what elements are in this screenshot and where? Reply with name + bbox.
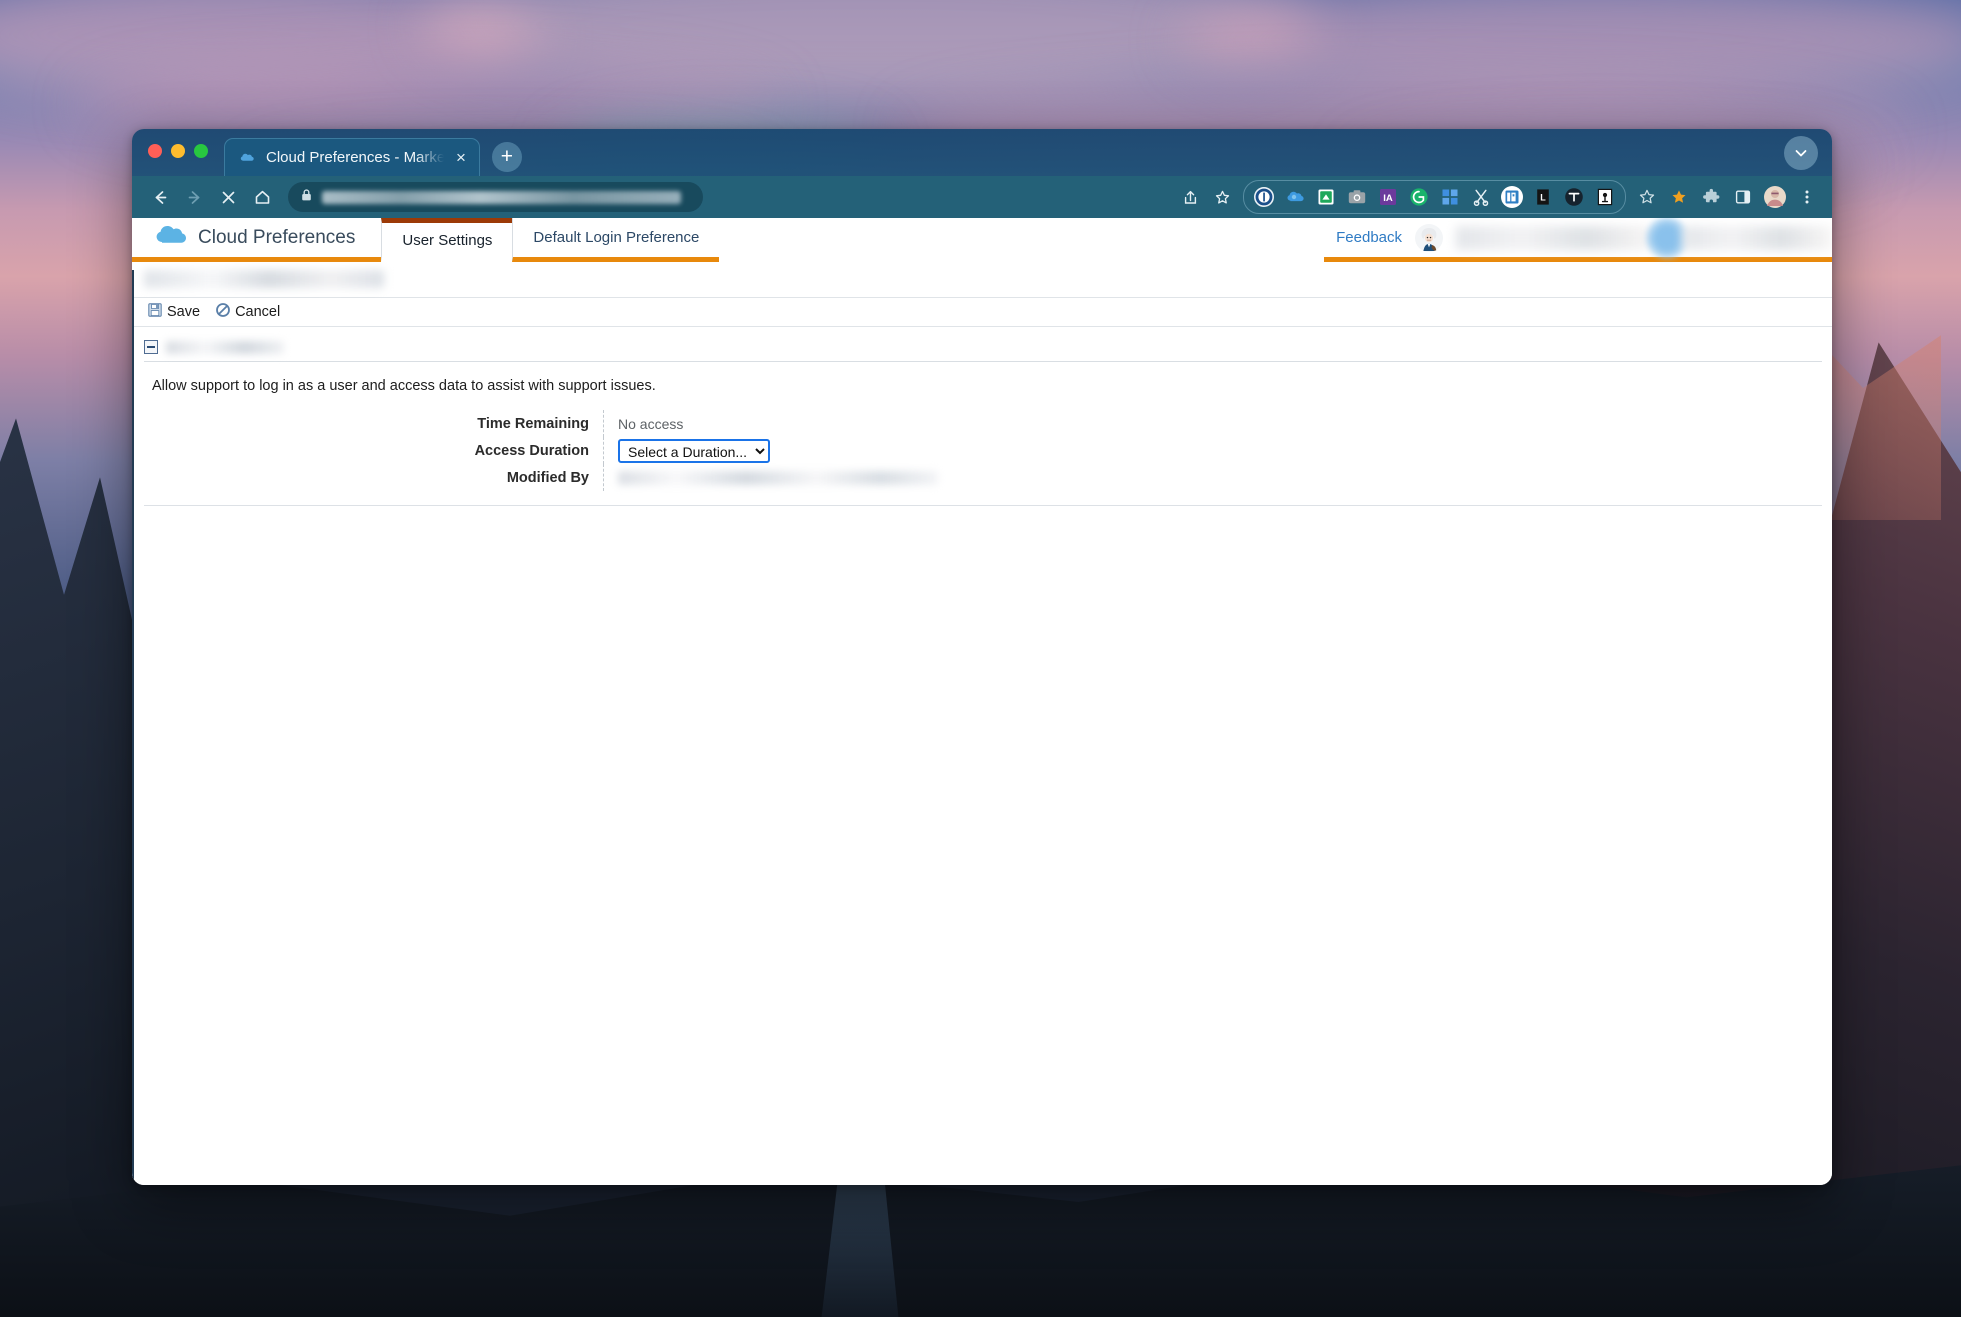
address-bar-url-redacted	[322, 190, 681, 204]
app-header-right: Feedback	[1324, 218, 1832, 262]
access-duration-select[interactable]: Select a Duration...	[618, 438, 770, 463]
grammarly-extension-icon[interactable]	[1404, 182, 1434, 212]
header-org-info-redacted	[1456, 225, 1652, 250]
section-title-redacted	[166, 340, 284, 354]
minimize-window-button[interactable]	[171, 144, 185, 158]
page-content: Save Cancel Allow support to log in as a…	[132, 270, 1832, 1185]
action-toolbar: Save Cancel	[134, 297, 1832, 327]
star-filled-icon[interactable]	[1664, 182, 1694, 212]
page-title-redacted	[144, 270, 384, 288]
share-icon[interactable]	[1175, 182, 1205, 212]
maximize-window-button[interactable]	[194, 144, 208, 158]
extensions-group: IA L	[1243, 180, 1626, 214]
einstein-avatar[interactable]	[1414, 223, 1444, 253]
field-row-time-remaining: Time Remaining No access	[134, 410, 1832, 437]
bookmark-star-outline-icon[interactable]	[1207, 182, 1237, 212]
desktop-wallpaper: Cloud Preferences - Marketing × +	[0, 0, 1961, 1317]
field-row-access-duration: Access Duration Select a Duration...	[134, 437, 1832, 464]
grid-extension-icon[interactable]	[1435, 182, 1465, 212]
window-traffic-lights[interactable]	[148, 144, 208, 158]
forward-arrow-icon[interactable]	[178, 181, 210, 213]
three-dot-menu-icon[interactable]	[1792, 182, 1822, 212]
section-divider	[144, 361, 1822, 362]
browser-window: Cloud Preferences - Marketing × +	[132, 129, 1832, 1185]
modified-by-redacted	[618, 470, 938, 485]
header-user-info-redacted	[1682, 225, 1832, 250]
stop-loading-icon[interactable]	[212, 181, 244, 213]
tab-user-settings-label: User Settings	[402, 231, 493, 249]
browser-tab[interactable]: Cloud Preferences - Marketing ×	[224, 138, 480, 176]
save-button-label: Save	[167, 304, 201, 320]
page-viewport: Cloud Preferences User Settings Default …	[132, 218, 1832, 1185]
collapse-section-icon[interactable]	[144, 340, 158, 354]
section-header[interactable]	[144, 340, 1832, 354]
browser-toolbar: IA L	[132, 176, 1832, 218]
app-header: Cloud Preferences User Settings Default …	[132, 218, 1832, 262]
cloud-logo-icon	[154, 224, 186, 251]
t-extension-icon[interactable]	[1559, 182, 1589, 212]
save-floppy-icon	[148, 303, 162, 321]
scissors-extension-icon[interactable]	[1466, 182, 1496, 212]
app-brand[interactable]: Cloud Preferences	[132, 218, 382, 262]
svg-text:L: L	[1540, 193, 1546, 203]
tab-list-chevron-down-icon[interactable]	[1784, 136, 1818, 170]
ia-extension-icon[interactable]: IA	[1373, 182, 1403, 212]
puzzle-icon[interactable]	[1696, 182, 1726, 212]
app-brand-name: Cloud Preferences	[198, 226, 356, 248]
cloud-decor	[1180, 0, 1961, 100]
cloud-decor	[420, 0, 1320, 100]
camera-extension-icon[interactable]	[1342, 182, 1372, 212]
section-description: Allow support to log in as a user and ac…	[152, 378, 656, 394]
cloud-decor	[0, 0, 540, 100]
feedback-link[interactable]: Feedback	[1324, 229, 1414, 246]
home-icon[interactable]	[246, 181, 278, 213]
profile-avatar[interactable]	[1760, 182, 1790, 212]
svg-text:IA: IA	[1383, 193, 1393, 204]
new-tab-button[interactable]: +	[491, 142, 522, 172]
modified-by-value	[604, 470, 938, 485]
access-duration-label: Access Duration	[134, 437, 604, 464]
lock-icon	[300, 188, 313, 207]
save-button[interactable]: Save	[144, 303, 204, 321]
star-outline-icon[interactable]	[1632, 182, 1662, 212]
address-bar[interactable]	[288, 182, 703, 212]
side-panel-icon[interactable]	[1728, 182, 1758, 212]
close-tab-button[interactable]: ×	[453, 147, 469, 168]
cancel-button-label: Cancel	[235, 304, 281, 320]
badge-extension-icon[interactable]	[1497, 182, 1527, 212]
cancel-button[interactable]: Cancel	[212, 303, 284, 321]
browser-tab-title: Cloud Preferences - Marketing	[266, 149, 444, 166]
cloud-extension-icon[interactable]	[1280, 182, 1310, 212]
boxed-extension-icon[interactable]	[1590, 182, 1620, 212]
tab-user-settings[interactable]: User Settings	[381, 218, 513, 262]
form-bottom-divider	[144, 505, 1822, 506]
cloud-favicon-icon	[239, 149, 257, 167]
back-arrow-icon[interactable]	[144, 181, 176, 213]
time-remaining-value: No access	[618, 415, 684, 432]
browser-tab-strip: Cloud Preferences - Marketing × +	[132, 129, 1832, 176]
time-remaining-label: Time Remaining	[134, 410, 604, 437]
field-row-modified-by: Modified By	[134, 464, 1832, 491]
settings-form: Time Remaining No access Access Duration…	[134, 410, 1832, 491]
modified-by-label: Modified By	[134, 464, 604, 491]
1password-extension-icon[interactable]	[1249, 182, 1279, 212]
tab-default-login-preference-label: Default Login Preference	[533, 229, 700, 246]
close-window-button[interactable]	[148, 144, 162, 158]
cancel-circle-slash-icon	[216, 303, 230, 321]
tab-default-login-preference[interactable]: Default Login Preference	[512, 218, 720, 262]
l-extension-icon[interactable]: L	[1528, 182, 1558, 212]
green-doc-extension-icon[interactable]	[1311, 182, 1341, 212]
access-duration-control: Select a Duration...	[604, 438, 770, 463]
